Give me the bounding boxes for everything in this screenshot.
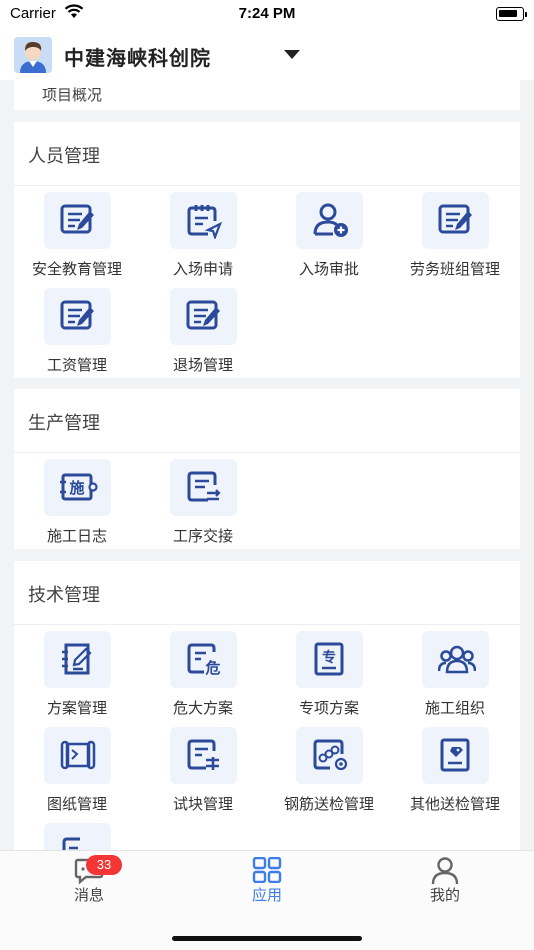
notebook-pen-icon bbox=[44, 631, 111, 688]
app-item-partial[interactable] bbox=[14, 823, 140, 850]
header: 中建海峡科创院 bbox=[0, 30, 534, 80]
app-item-plan-management[interactable]: 方案管理 bbox=[14, 631, 140, 721]
construction-log-icon: 施 bbox=[44, 459, 111, 516]
app-item-special-plan[interactable]: 专 专项方案 bbox=[266, 631, 392, 721]
app-item-label: 施工组织 bbox=[424, 699, 485, 717]
tab-label: 我的 bbox=[429, 886, 460, 904]
tag-doc-icon bbox=[422, 727, 489, 784]
section-title: 技术管理 bbox=[28, 585, 100, 606]
tab-label: 消息 bbox=[73, 886, 104, 904]
team-icon bbox=[422, 631, 489, 688]
edit-doc-icon bbox=[422, 192, 489, 249]
svg-text:危: 危 bbox=[205, 659, 220, 676]
edit-doc-icon bbox=[44, 288, 111, 345]
home-indicator[interactable] bbox=[172, 936, 362, 941]
status-bar: Carrier 7:24 PM bbox=[0, 0, 534, 30]
app-item-label: 专项方案 bbox=[298, 699, 359, 717]
app-item-label: 安全教育管理 bbox=[31, 260, 122, 278]
app-item-label: 劳务班组管理 bbox=[409, 260, 500, 278]
scroll-map-icon bbox=[44, 727, 111, 784]
section-personnel: 人员管理 安全教育管理 入场申请 入场审批 劳务班组管理 工资管理 退场管理 bbox=[14, 122, 520, 378]
app-item-label: 钢筋送检管理 bbox=[283, 795, 374, 813]
user-add-icon bbox=[296, 192, 363, 249]
rebar-inspect-icon bbox=[296, 727, 363, 784]
edit-doc-icon bbox=[44, 192, 111, 249]
avatar[interactable] bbox=[14, 37, 52, 73]
app-item-entry-application[interactable]: 入场申请 bbox=[140, 192, 266, 282]
app-item-safety-education[interactable]: 安全教育管理 bbox=[14, 192, 140, 282]
app-item-label: 工序交接 bbox=[172, 527, 233, 545]
app-item-label: 入场申请 bbox=[172, 260, 233, 278]
app-item-other-inspection[interactable]: 其他送检管理 bbox=[392, 727, 518, 817]
app-item-label: 工资管理 bbox=[46, 356, 107, 374]
test-block-icon bbox=[170, 727, 237, 784]
app-item-wage[interactable]: 工资管理 bbox=[14, 288, 140, 378]
tab-apps[interactable]: 应用 bbox=[178, 851, 356, 907]
section-technical: 技术管理 方案管理 危 危大方案 专 专项方案 施工组织 图纸管理 试块管理 钢… bbox=[14, 561, 520, 850]
chevron-down-icon[interactable] bbox=[284, 50, 300, 59]
app-item-entry-approval[interactable]: 入场审批 bbox=[266, 192, 392, 282]
clipboard-send-icon bbox=[170, 192, 237, 249]
app-item-exit[interactable]: 退场管理 bbox=[140, 288, 266, 378]
section-production: 生产管理 施 施工日志 工序交接 bbox=[14, 389, 520, 549]
app-item-label: 退场管理 bbox=[172, 356, 233, 374]
svg-text:施: 施 bbox=[69, 479, 84, 497]
app-item-drawing[interactable]: 图纸管理 bbox=[14, 727, 140, 817]
app-content[interactable]: 项目概况 人员管理 安全教育管理 入场申请 入场审批 劳务班组管理 工资管理 退… bbox=[0, 80, 534, 850]
org-name[interactable]: 中建海峡科创院 bbox=[64, 42, 211, 71]
unread-badge: 33 bbox=[86, 855, 122, 875]
divider bbox=[14, 452, 520, 453]
apps-grid-icon bbox=[252, 856, 282, 887]
overview-label: 项目概况 bbox=[42, 86, 103, 104]
app-item-label: 危大方案 bbox=[172, 699, 233, 717]
danger-doc-icon: 危 bbox=[170, 631, 237, 688]
tab-messages[interactable]: 33 消息 bbox=[0, 851, 178, 907]
handover-doc-icon bbox=[170, 459, 237, 516]
overview-card[interactable]: 项目概况 bbox=[14, 80, 520, 110]
app-item-construction-org[interactable]: 施工组织 bbox=[392, 631, 518, 721]
app-item-rebar-inspection[interactable]: 钢筋送检管理 bbox=[266, 727, 392, 817]
app-item-labor-team[interactable]: 劳务班组管理 bbox=[392, 192, 518, 282]
divider bbox=[14, 185, 520, 186]
app-item-label: 方案管理 bbox=[46, 699, 107, 717]
app-item-label: 施工日志 bbox=[46, 527, 107, 545]
battery-icon bbox=[496, 7, 527, 21]
app-item-label: 入场审批 bbox=[298, 260, 359, 278]
svg-text:专: 专 bbox=[322, 649, 336, 666]
clock-time: 7:24 PM bbox=[238, 5, 296, 22]
app-item-major-hazard-plan[interactable]: 危 危大方案 bbox=[140, 631, 266, 721]
app-item-test-block[interactable]: 试块管理 bbox=[140, 727, 266, 817]
app-item-label: 图纸管理 bbox=[46, 795, 107, 813]
tab-profile[interactable]: 我的 bbox=[356, 851, 534, 907]
section-title: 生产管理 bbox=[28, 413, 100, 434]
app-item-label: 试块管理 bbox=[172, 795, 233, 813]
app-item-label: 其他送检管理 bbox=[409, 795, 500, 813]
partial-doc-icon bbox=[44, 823, 111, 850]
tab-label: 应用 bbox=[251, 886, 282, 904]
divider bbox=[14, 624, 520, 625]
app-item-process-handover[interactable]: 工序交接 bbox=[140, 459, 266, 549]
app-item-construction-log[interactable]: 施 施工日志 bbox=[14, 459, 140, 549]
edit-doc-icon bbox=[170, 288, 237, 345]
tab-bar: 33 消息 应用 我的 bbox=[0, 850, 534, 950]
section-title: 人员管理 bbox=[28, 146, 100, 167]
special-doc-icon: 专 bbox=[296, 631, 363, 688]
